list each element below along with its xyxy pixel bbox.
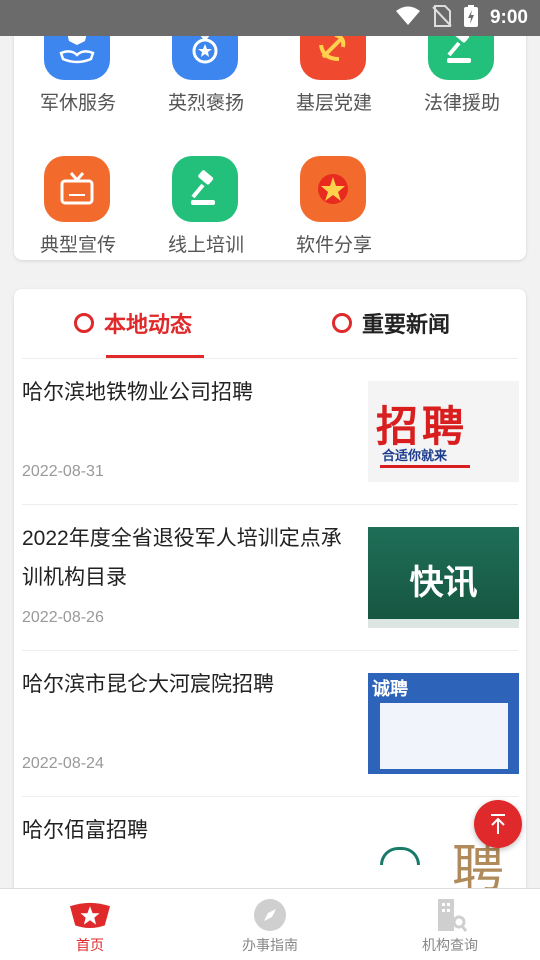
- no-sim-icon: [432, 5, 452, 31]
- nav-label: 办事指南: [242, 937, 298, 953]
- news-list-item[interactable]: 哈尔滨地铁物业公司招聘 2022-08-31 招聘 合适你就来: [22, 359, 519, 505]
- tab-local-news[interactable]: 本地动态: [74, 289, 192, 357]
- news-title: 哈尔滨地铁物业公司招聘: [22, 381, 253, 404]
- battery-charging-icon: [463, 5, 478, 31]
- news-date: 2022-08-26: [22, 609, 104, 626]
- compass-icon: [250, 897, 290, 933]
- ring-icon: [332, 313, 352, 333]
- building-search-icon: [430, 897, 470, 933]
- news-thumbnail: 招聘 合适你就来: [368, 381, 519, 482]
- news-thumbnail: 诚聘: [368, 673, 519, 774]
- thumbnail-headline: 诚聘: [372, 679, 408, 700]
- service-label: 法律援助: [423, 93, 500, 114]
- gavel-icon: [172, 156, 238, 222]
- thumbnail-decoration: [368, 619, 519, 628]
- service-label: 软件分享: [295, 235, 372, 256]
- service-grid-card: 军休服务 英烈褒扬 基层党建 法律援助 典型宣传 线上培训 软件分享: [14, 14, 526, 260]
- news-title: 哈尔佰富招聘: [22, 819, 148, 842]
- arrow-up-icon: [491, 814, 505, 834]
- service-item-training[interactable]: 线上培训: [142, 142, 270, 258]
- nav-guide[interactable]: 办事指南: [180, 889, 360, 960]
- tab-label: 重要新闻: [362, 312, 451, 337]
- tab-label: 本地动态: [104, 312, 193, 337]
- thumbnail-decoration: [380, 465, 470, 468]
- service-label: 军休服务: [39, 93, 116, 114]
- service-label: 线上培训: [167, 235, 244, 256]
- news-list-item[interactable]: 2022年度全省退役军人培训定点承训机构目录 2022-08-26 快讯: [22, 505, 519, 651]
- status-time: 9:00: [489, 7, 528, 28]
- status-icons: 9:00: [395, 0, 528, 36]
- news-title: 哈尔滨市昆仑大河宸院招聘: [22, 673, 274, 696]
- back-to-top-button[interactable]: [474, 800, 522, 848]
- nav-institution-search[interactable]: 机构查询: [360, 889, 540, 960]
- service-label: 英烈褒扬: [167, 93, 244, 114]
- thumbnail-headline: 快讯: [409, 563, 478, 603]
- nav-home[interactable]: 首页: [0, 889, 180, 960]
- service-item-publicity[interactable]: 典型宣传: [14, 142, 142, 258]
- tab-important-news[interactable]: 重要新闻: [332, 289, 450, 357]
- wifi-icon: [395, 6, 420, 30]
- thumbnail-document: [380, 703, 508, 769]
- news-date: 2022-08-31: [22, 463, 104, 480]
- service-item-software-share[interactable]: 软件分享: [270, 142, 398, 258]
- news-thumbnail: 快讯: [368, 527, 519, 628]
- status-bar: 9:00: [0, 0, 540, 36]
- news-date: 2022-08-24: [22, 755, 104, 772]
- home-star-icon: [70, 897, 110, 933]
- nav-label: 机构查询: [422, 937, 478, 953]
- news-list-item[interactable]: 哈尔滨市昆仑大河宸院招聘 2022-08-24 诚聘: [22, 651, 519, 797]
- bottom-navigation: 首页 办事指南 机构查询: [0, 888, 540, 960]
- star-icon: [300, 156, 366, 222]
- nav-label: 首页: [76, 937, 104, 953]
- ring-icon: [74, 313, 94, 333]
- news-card: 本地动态 重要新闻 哈尔滨地铁物业公司招聘 2022-08-31 招聘 合适你就…: [14, 289, 526, 929]
- service-label: 基层党建: [295, 93, 372, 114]
- news-title: 2022年度全省退役军人培训定点承训机构目录: [22, 527, 342, 589]
- tv-icon: [44, 156, 110, 222]
- thumbnail-subtitle: 合适你就来: [382, 449, 448, 464]
- thumbnail-logo: [380, 847, 420, 865]
- service-label: 典型宣传: [39, 235, 116, 256]
